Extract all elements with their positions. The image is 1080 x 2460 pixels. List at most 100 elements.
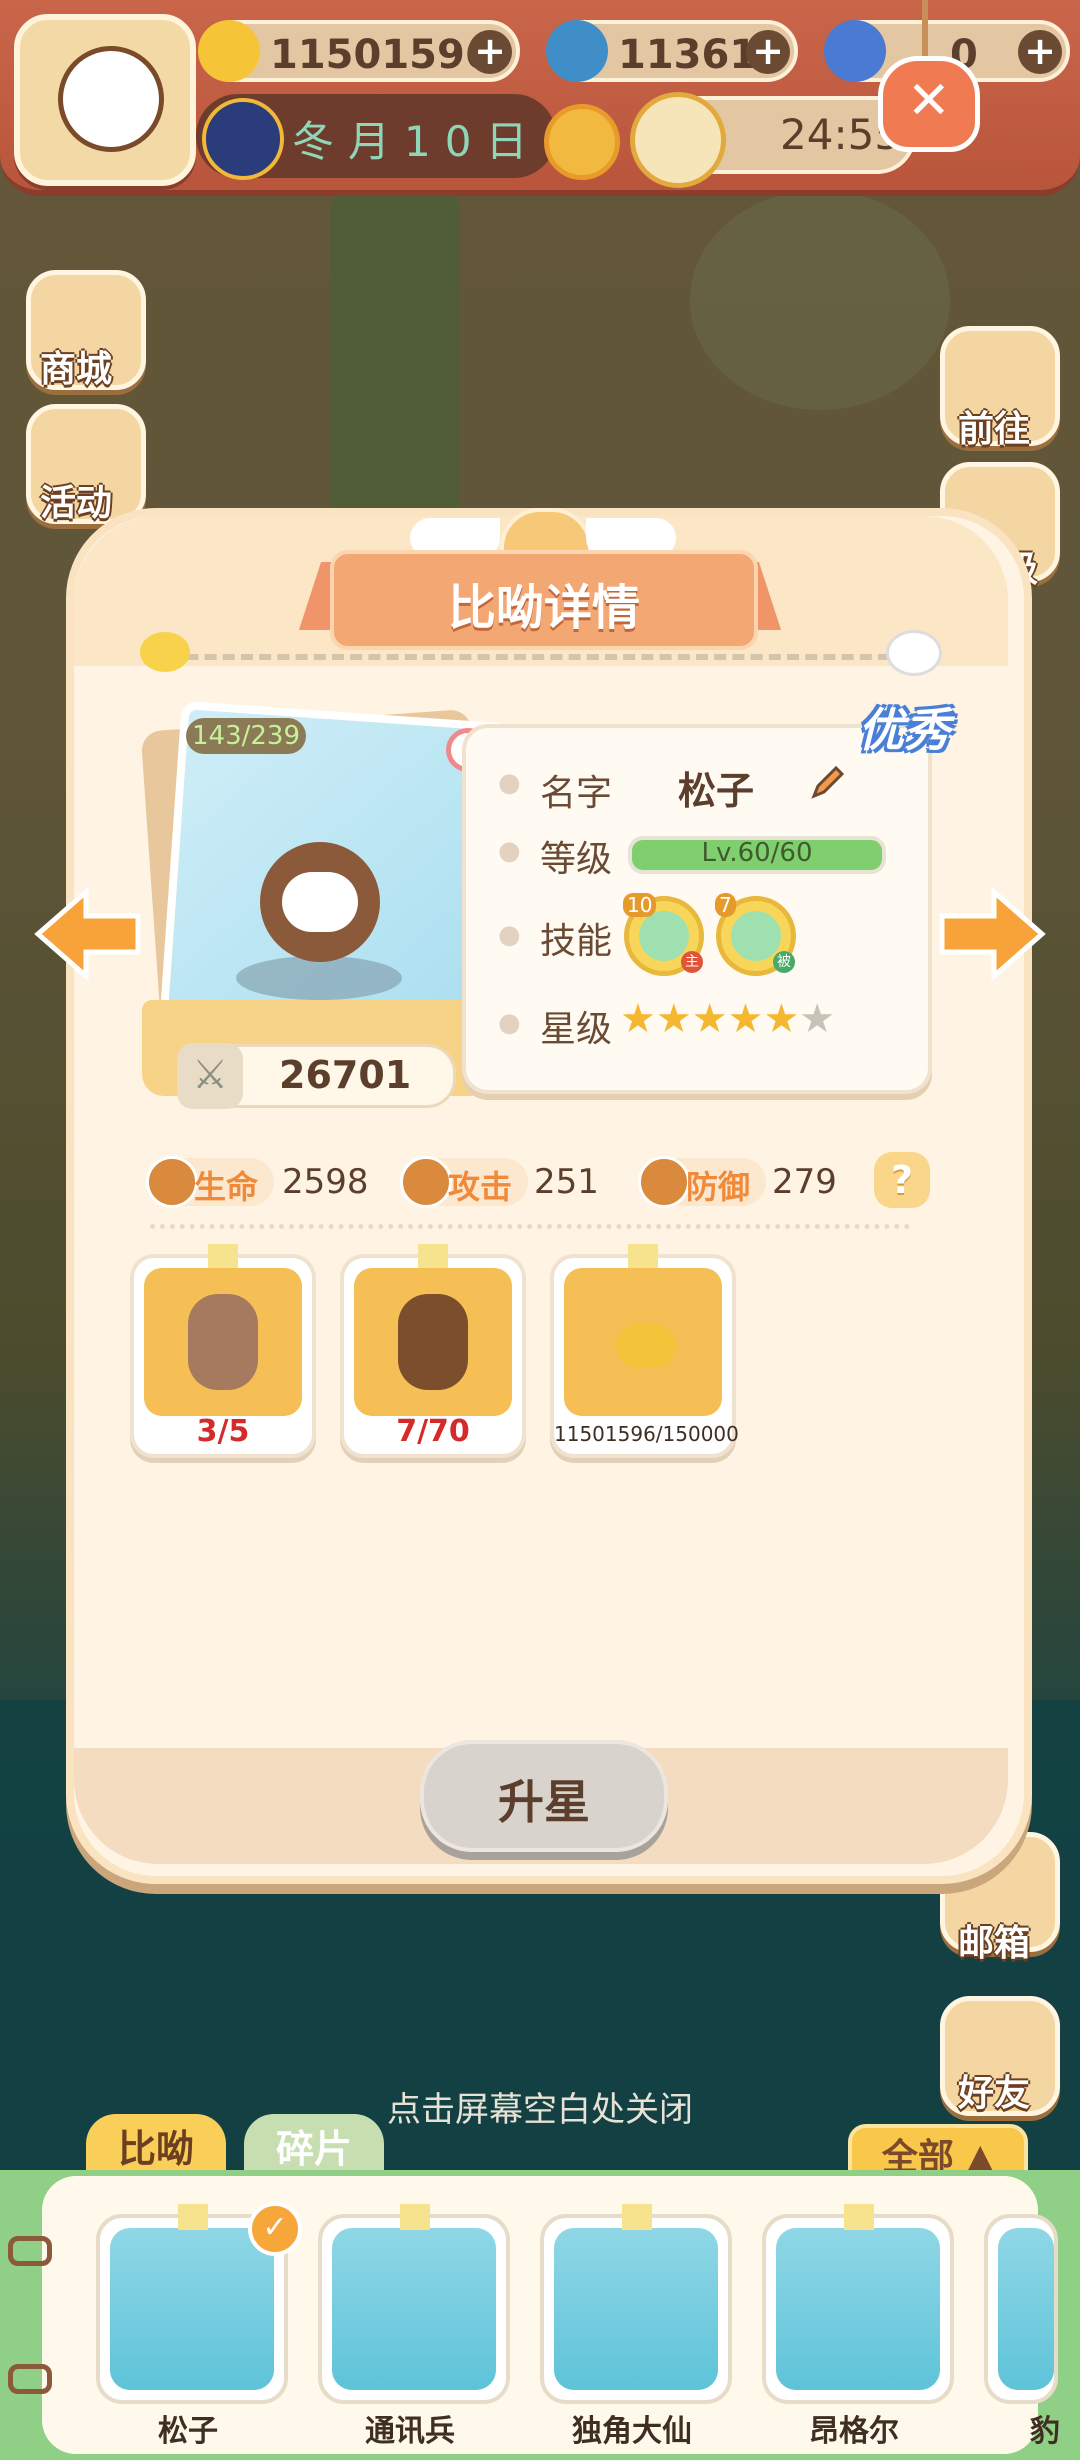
songzi-fragment-icon: [398, 1294, 468, 1390]
banana-count: 11501596: [270, 32, 493, 78]
clock-icon: [630, 92, 726, 188]
dotted-divider: [150, 1224, 910, 1229]
date-text: 冬月10日: [292, 117, 542, 166]
material-count: 3/5: [196, 1414, 250, 1449]
defense-icon: [638, 1156, 690, 1208]
defense-value: 279: [772, 1162, 837, 1202]
fire-count: 11361: [618, 32, 758, 78]
paw-icon: ●: [498, 836, 521, 866]
skill-tree-icon[interactable]: 7 被: [715, 893, 796, 976]
shop-label: 商城: [40, 349, 113, 390]
edit-name-pencil-icon[interactable]: [808, 762, 848, 802]
attack-label: 攻击: [448, 1168, 513, 1206]
moon-icon: [202, 98, 284, 180]
material-count: 7/70: [396, 1414, 470, 1449]
character-name: 松子: [678, 769, 755, 813]
material-slot-banana[interactable]: 11501596/150000: [550, 1244, 739, 1458]
white-chick-icon: [886, 630, 942, 676]
attack-value: 251: [534, 1162, 599, 1202]
mailbox-label: 邮箱: [958, 1923, 1031, 1964]
paw-icon: ●: [498, 768, 521, 798]
name-label: 名字: [540, 773, 613, 814]
panel-title-banner: 比呦详情: [330, 550, 758, 650]
material-count: 11501596/150000: [554, 1422, 739, 1446]
hp-icon: [146, 1156, 198, 1208]
attack-icon: [400, 1156, 452, 1208]
hp-label: 生命: [194, 1168, 259, 1206]
star-filled-icon: ★: [620, 996, 656, 1042]
material-slot-fragment[interactable]: 7/70: [340, 1244, 526, 1458]
avatar-face-icon: [58, 46, 164, 152]
defense-label: 防御: [686, 1168, 751, 1206]
star-rating: ★★★★★★: [620, 996, 835, 1042]
skill-clover-icon[interactable]: 10 主: [623, 893, 704, 976]
character-shadow: [236, 956, 402, 1000]
next-character-arrow-icon[interactable]: [936, 886, 1046, 982]
binder-ring: [8, 2364, 52, 2394]
skill-type-badge: 主: [681, 951, 703, 973]
tag-string: [922, 0, 928, 60]
goto-label: 前往: [958, 409, 1031, 450]
panel-title: 比呦详情: [447, 580, 640, 636]
character-name: 松子: [158, 2414, 218, 2449]
add-fire-button[interactable]: +: [746, 30, 790, 74]
character-card-partial[interactable]: [984, 2214, 1058, 2404]
close-tag-button[interactable]: ✕: [878, 56, 980, 152]
combat-power-value: 26701: [279, 1053, 412, 1097]
material-slot-statue[interactable]: 3/5: [130, 1244, 316, 1458]
hp-stat: 生命: [146, 1156, 274, 1208]
selected-check-icon: ✓: [248, 2202, 302, 2256]
crossed-swords-icon: ⚔: [177, 1043, 243, 1109]
add-banana-button[interactable]: +: [468, 30, 512, 74]
fire-currency: 11361 +: [546, 20, 798, 82]
character-name: 通讯兵: [365, 2414, 455, 2449]
character-card-unicorn-sage[interactable]: [540, 2204, 732, 2404]
banana-icon: [198, 20, 260, 82]
rarity-badge: 优秀: [858, 703, 950, 757]
hp-value: 2598: [282, 1162, 369, 1202]
star-filled-icon: ★: [763, 996, 800, 1042]
yellow-chick-icon: [140, 632, 190, 672]
star-filled-icon: ★: [691, 996, 728, 1042]
add-blue-button[interactable]: +: [1018, 30, 1062, 74]
activity-label: 活动: [40, 483, 113, 524]
character-name: 独角大仙: [572, 2414, 692, 2449]
cat-face: [282, 872, 358, 932]
blue-flame-icon: [546, 20, 608, 82]
blue-banana-icon: [824, 20, 886, 82]
star-up-button[interactable]: 升星: [420, 1740, 668, 1852]
attack-stat: 攻击: [400, 1156, 528, 1208]
character-card-angel[interactable]: [762, 2204, 954, 2404]
level-bar: Lv.60/60: [628, 836, 886, 874]
star-filled-icon: ★: [655, 996, 692, 1042]
character-name: 豹: [1030, 2414, 1060, 2449]
combat-power: ⚔ 26701: [177, 1043, 456, 1109]
paw-icon: ●: [498, 1008, 521, 1038]
statue-material-icon: [188, 1294, 258, 1390]
character-name: 昂格尔: [809, 2414, 899, 2449]
character-card-messenger[interactable]: [318, 2204, 510, 2404]
skill-type-badge: 被: [773, 951, 795, 973]
star-up-label: 升星: [498, 1775, 590, 1829]
star-empty-icon: ★: [799, 996, 836, 1042]
level-text: Lv.60/60: [701, 838, 813, 868]
date-display: 冬月10日: [196, 94, 556, 180]
prev-character-arrow-icon[interactable]: [34, 886, 144, 982]
defense-stat: 防御: [638, 1156, 766, 1208]
skill-level: 7: [715, 893, 736, 917]
skill-level: 10: [623, 893, 657, 917]
star-filled-icon: ★: [727, 996, 764, 1042]
player-avatar[interactable]: [14, 14, 196, 186]
sun-icon: [544, 104, 620, 180]
character-songzi-sprite: [260, 842, 380, 962]
banana-currency: 11501596 +: [198, 20, 520, 82]
fragment-progress: 143/239: [186, 718, 306, 754]
star-label: 星级: [540, 1009, 613, 1050]
help-button[interactable]: ?: [874, 1152, 930, 1208]
close-icon: ✕: [907, 71, 951, 131]
timer-display: 24:55: [630, 92, 916, 188]
level-label: 等级: [540, 839, 613, 880]
paw-icon: ●: [498, 920, 521, 950]
binder-ring: [8, 2236, 52, 2266]
skill-label: 技能: [540, 921, 613, 962]
